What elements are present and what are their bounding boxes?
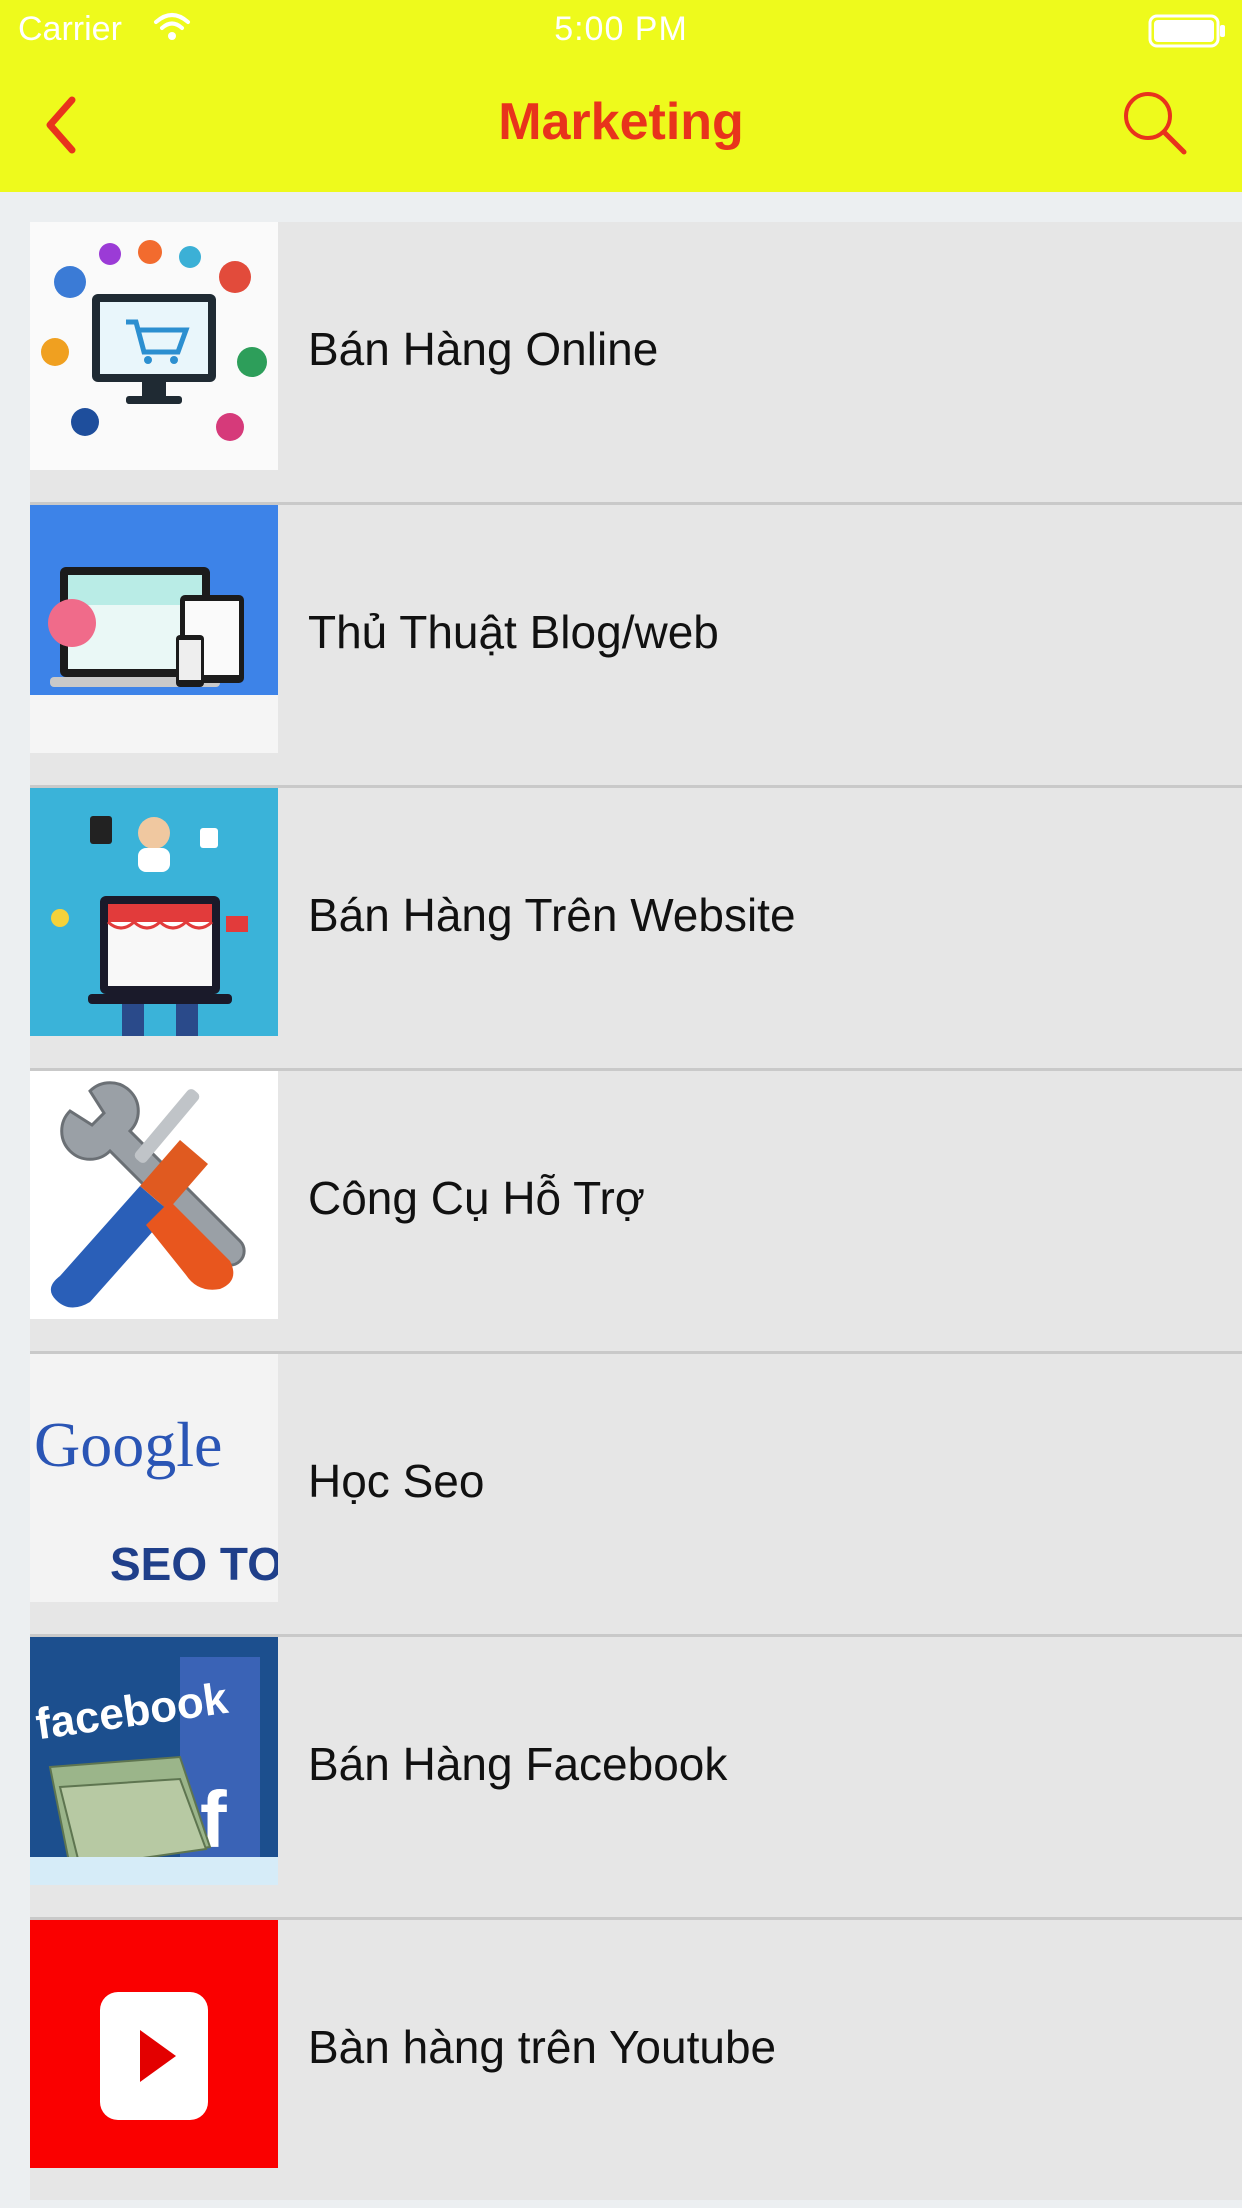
list-item[interactable]: Bàn hàng trên Youtube — [30, 1920, 1242, 2200]
list-item[interactable]: Google SEO TOP 1 Học Seo — [30, 1354, 1242, 1637]
page-title: Marketing — [498, 93, 744, 151]
search-icon — [1118, 92, 1190, 162]
search-button[interactable] — [1118, 86, 1190, 158]
list-item-label: Bán Hàng Facebook — [308, 1738, 728, 1790]
wrench-screwdriver-thumbnail — [30, 1071, 278, 1319]
list-item-label: Học Seo — [308, 1455, 485, 1507]
list-item[interactable]: Bán Hàng Trên Website — [30, 788, 1242, 1071]
list-item[interactable]: Thủ Thuật Blog/web — [30, 505, 1242, 788]
web-shop-thumbnail — [30, 788, 278, 1036]
list-item[interactable]: Bán Hàng Online — [30, 222, 1242, 505]
list-item[interactable]: Công Cụ Hỗ Trợ — [30, 1071, 1242, 1354]
svg-text:f: f — [200, 1775, 227, 1864]
list-item[interactable]: f facebook Bán Hàng Facebook — [30, 1637, 1242, 1920]
navigation-bar: Marketing — [0, 62, 1242, 192]
online-shopping-thumbnail — [30, 222, 278, 470]
list-item-label: Thủ Thuật Blog/web — [308, 606, 719, 658]
facebook-money-thumbnail: f facebook — [30, 1637, 278, 1885]
list-item-label: Bán Hàng Trên Website — [308, 889, 796, 941]
blog-devices-thumbnail — [30, 505, 278, 753]
youtube-thumbnail — [30, 1920, 278, 2168]
seo-top-text: SEO TOP 1 — [110, 1538, 278, 1590]
list-item-label: Bán Hàng Online — [308, 323, 659, 375]
google-seo-thumbnail: Google SEO TOP 1 — [30, 1354, 278, 1602]
google-logo-text: Google — [34, 1409, 222, 1480]
status-bar: Carrier 5:00 PM — [0, 0, 1242, 62]
list-item-label: Công Cụ Hỗ Trợ — [308, 1172, 645, 1224]
battery-icon — [1148, 14, 1228, 57]
category-list: Bán Hàng Online Thủ Thuật Blog/web Bán H… — [30, 222, 1242, 2200]
list-item-label: Bàn hàng trên Youtube — [308, 2021, 777, 2073]
top-bar: Carrier 5:00 PM Marketing — [0, 0, 1242, 192]
clock: 5:00 PM — [554, 10, 688, 48]
